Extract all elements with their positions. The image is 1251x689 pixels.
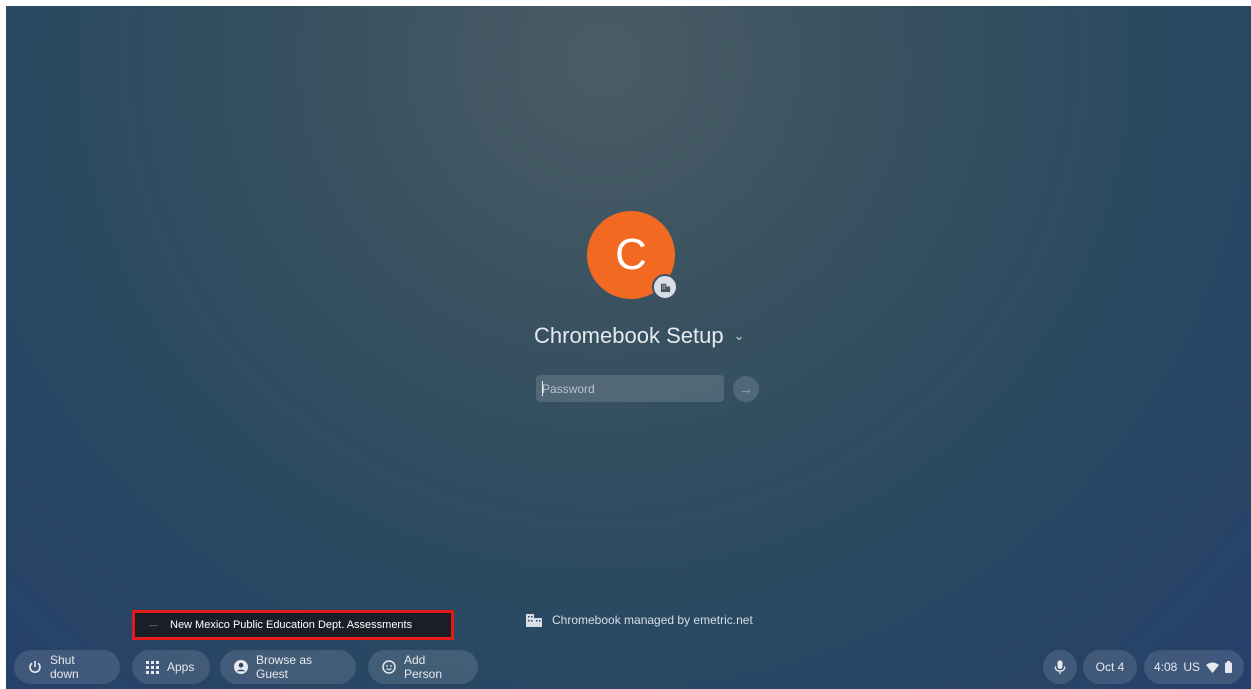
guest-label: Browse as Guest — [256, 653, 313, 681]
avatar-letter: C — [615, 230, 647, 279]
add-person-label: Add Person — [404, 653, 443, 681]
chevron-down-icon: ⌄ — [733, 328, 745, 343]
app-icon: — — [149, 620, 158, 630]
shutdown-label: Shut down — [50, 653, 79, 681]
locale-label: US — [1183, 660, 1201, 674]
apps-label: Apps — [167, 660, 195, 674]
power-icon — [28, 660, 42, 674]
enterprise-info: Chromebook managed by emetric.net — [526, 611, 753, 629]
battery-icon — [1225, 661, 1233, 673]
account-circle-icon — [234, 660, 248, 674]
kiosk-app-label: New Mexico Public Education Dept. Assess… — [170, 619, 413, 631]
add-person-icon — [382, 660, 396, 674]
arrow-right-icon: → — [738, 380, 754, 398]
date-label: Oct 4 — [1095, 660, 1125, 674]
status-tray[interactable]: 4:08 US — [1144, 650, 1244, 684]
login-screen: C Chromebook Setup ⌄ → Chromebook manage… — [6, 6, 1251, 689]
browse-as-guest-button[interactable]: Browse as Guest — [220, 650, 356, 684]
time-label: 4:08 — [1154, 660, 1178, 674]
enterprise-badge-icon — [652, 274, 678, 300]
shutdown-button[interactable]: Shut down — [14, 650, 120, 684]
wifi-icon — [1206, 662, 1220, 673]
enterprise-text: Chromebook managed by emetric.net — [552, 613, 753, 627]
user-name: Chromebook Setup — [534, 323, 724, 348]
dictation-button[interactable] — [1043, 650, 1077, 684]
text-cursor — [542, 381, 543, 396]
building-icon — [526, 613, 542, 627]
submit-arrow-button[interactable]: → — [733, 376, 759, 402]
password-field[interactable] — [536, 375, 724, 402]
microphone-icon — [1054, 660, 1066, 675]
add-person-button[interactable]: Add Person — [368, 650, 478, 684]
kiosk-app-item[interactable]: — New Mexico Public Education Dept. Asse… — [132, 610, 454, 640]
user-name-dropdown[interactable]: Chromebook Setup ⌄ — [534, 321, 754, 351]
grid-icon — [146, 660, 159, 674]
date-tray[interactable]: Oct 4 — [1083, 650, 1137, 684]
apps-button[interactable]: Apps — [132, 650, 210, 684]
